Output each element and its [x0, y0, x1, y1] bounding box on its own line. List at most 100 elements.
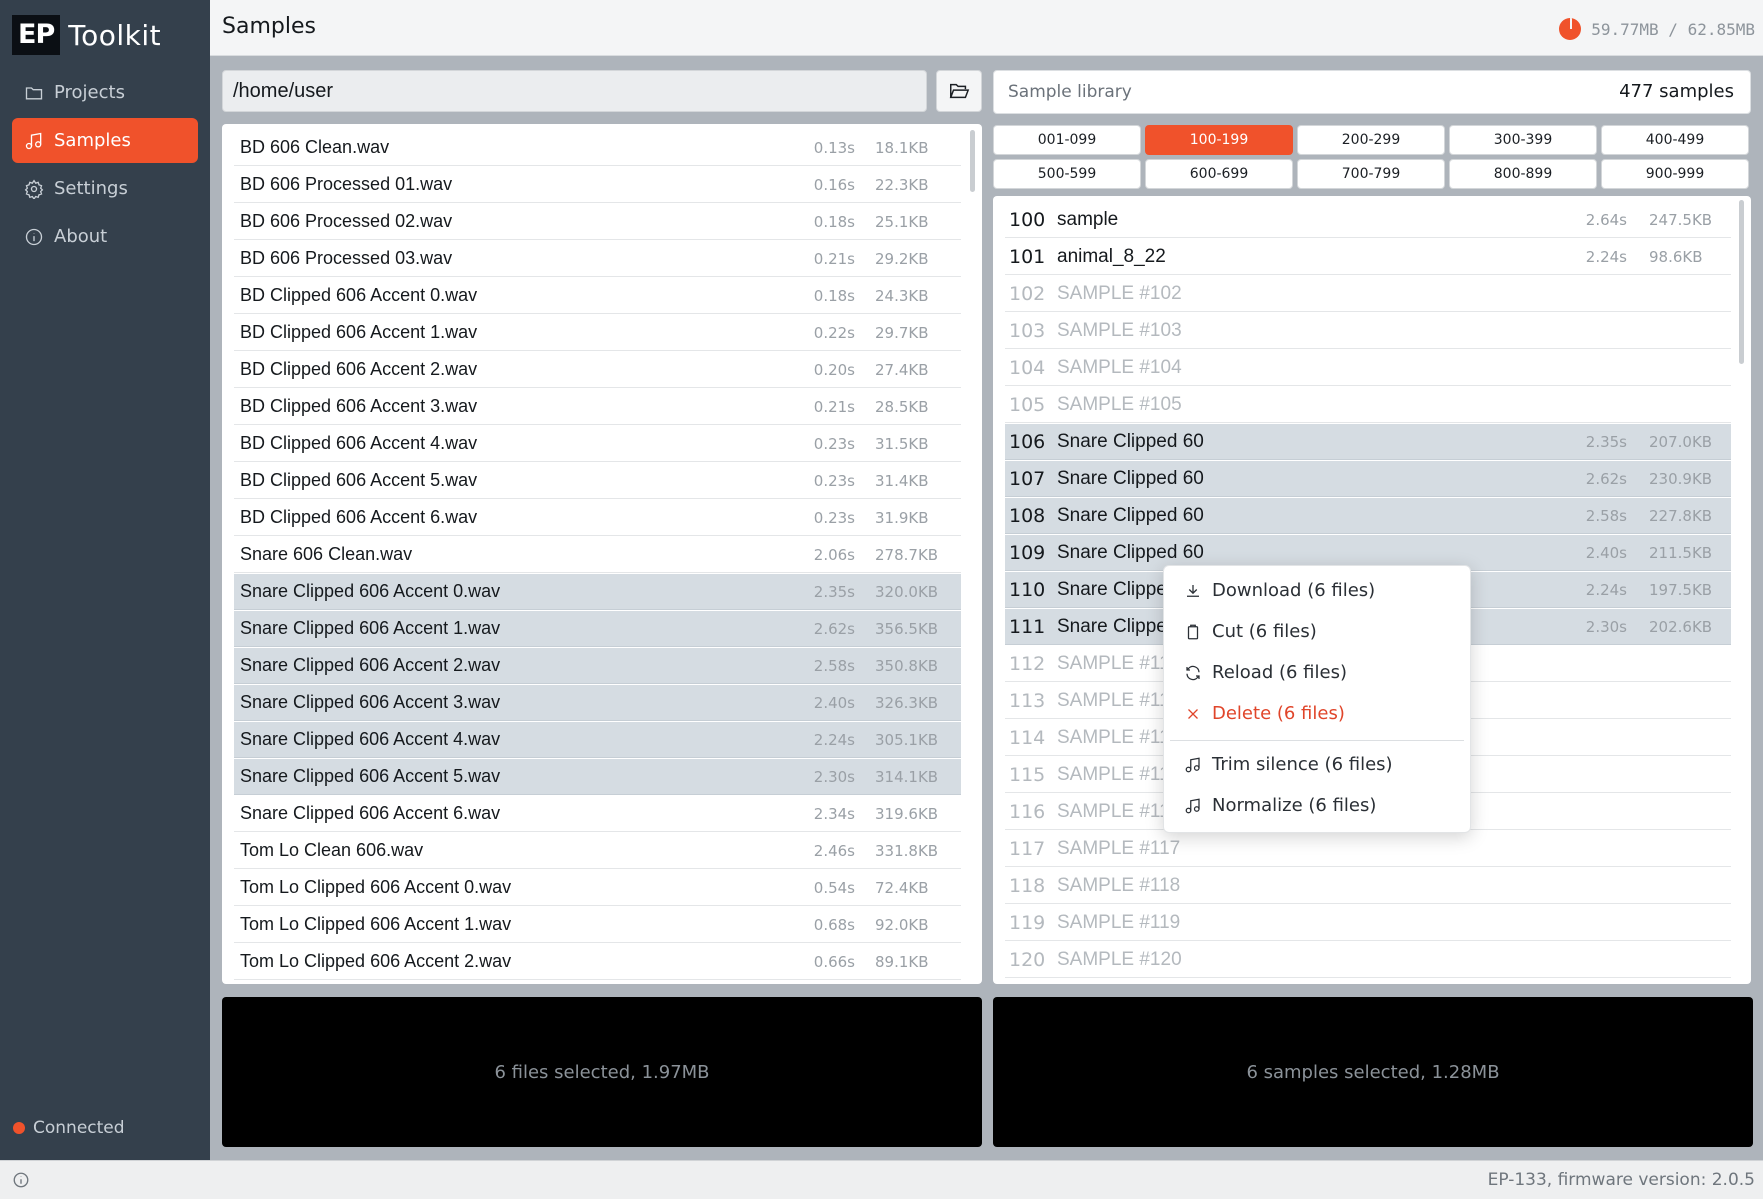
file-name: Tom Lo Clipped 606 Accent 2.wav — [240, 951, 512, 971]
file-duration: 2.34s — [813, 804, 855, 823]
sample-name: SAMPLE #105 — [1057, 393, 1182, 415]
context-menu-label: Delete (6 files) — [1212, 703, 1345, 724]
sidebar-item-about[interactable]: About — [12, 214, 198, 259]
context-menu-reload[interactable]: Reload (6 files) — [1184, 662, 1347, 683]
range-button-200-299[interactable]: 200-299 — [1297, 125, 1445, 155]
file-size: 72.4KB — [875, 878, 929, 897]
file-duration: 0.18s — [813, 212, 855, 231]
file-row[interactable]: BD Clipped 606 Accent 2.wav 0.20s 27.4KB — [234, 352, 961, 388]
range-button-300-399[interactable]: 300-399 — [1449, 125, 1597, 155]
sidebar-item-settings[interactable]: Settings — [12, 166, 198, 211]
sample-row[interactable]: 104 SAMPLE #104 — [1005, 350, 1731, 386]
sample-number: 111 — [1009, 615, 1046, 638]
range-button-600-699[interactable]: 600-699 — [1145, 159, 1293, 189]
file-row[interactable]: Snare Clipped 606 Accent 6.wav 2.34s 319.6… — [234, 796, 961, 832]
file-row[interactable]: BD Clipped 606 Accent 5.wav 0.23s 31.4KB — [234, 463, 961, 499]
file-row[interactable]: BD Clipped 606 Accent 3.wav 0.21s 28.5KB — [234, 389, 961, 425]
range-button-500-599[interactable]: 500-599 — [993, 159, 1141, 189]
path-input[interactable] — [222, 70, 927, 112]
file-row[interactable]: Tom Lo Clean 606.wav 2.46s 331.8KB — [234, 833, 961, 869]
file-row[interactable]: Tom Lo Clipped 606 Accent 2.wav 0.66s 89.1… — [234, 944, 961, 980]
range-button-800-899[interactable]: 800-899 — [1449, 159, 1597, 189]
file-size: 22.3KB — [875, 175, 929, 194]
connection-status-label: Connected — [33, 1118, 125, 1138]
sample-list-scrollbar[interactable] — [1739, 200, 1744, 364]
file-row[interactable]: BD Clipped 606 Accent 1.wav 0.22s 29.7KB — [234, 315, 961, 351]
file-row[interactable]: BD 606 Processed 03.wav 0.21s 29.2KB — [234, 241, 961, 277]
folder-icon — [25, 86, 43, 99]
sample-library-header: Sample library 477 samples — [993, 70, 1751, 114]
file-name: BD Clipped 606 Accent 0.wav — [240, 285, 478, 305]
sample-row[interactable]: 108 Snare Clipped 60 2.58s 227.8KB — [1005, 498, 1731, 534]
sample-row[interactable]: 102 SAMPLE #102 — [1005, 276, 1731, 312]
file-duration: 2.58s — [813, 656, 855, 675]
file-name: Snare Clipped 606 Accent 3.wav — [240, 692, 501, 712]
file-row[interactable]: BD 606 Clean.wav 0.13s 18.1KB — [234, 130, 961, 166]
file-row[interactable]: Snare Clipped 606 Accent 4.wav 2.24s 305.1… — [234, 722, 961, 758]
music-note-icon — [25, 132, 42, 149]
clipboard-icon — [1187, 624, 1199, 639]
sample-row[interactable]: 120 SAMPLE #120 — [1005, 942, 1731, 978]
context-menu-normalize[interactable]: Normalize (6 files) — [1184, 795, 1376, 816]
memory-usage: 59.77MB / 62.85MB — [1559, 18, 1755, 40]
sample-number: 105 — [1009, 393, 1046, 416]
file-row[interactable]: Tom Lo Clipped 606 Accent 0.wav 0.54s 72.4… — [234, 870, 961, 906]
file-duration: 0.20s — [813, 360, 855, 379]
file-row[interactable]: BD Clipped 606 Accent 6.wav 0.23s 31.9KB — [234, 500, 961, 536]
file-row[interactable]: Snare Clipped 606 Accent 5.wav 2.30s 314.1… — [234, 759, 961, 795]
file-row[interactable]: Snare 606 Clean.wav 2.06s 278.7KB — [234, 537, 961, 573]
range-button-900-999[interactable]: 900-999 — [1601, 159, 1749, 189]
file-row[interactable]: BD 606 Processed 01.wav 0.16s 22.3KB — [234, 167, 961, 203]
sample-name: Snare Clipped 60 — [1057, 504, 1204, 526]
range-button-100-199[interactable]: 100-199 — [1145, 125, 1293, 155]
sidebar-item-samples[interactable]: Samples — [12, 118, 198, 163]
file-size: 31.4KB — [875, 471, 929, 490]
file-row[interactable]: Snare Clipped 606 Accent 2.wav 2.58s 350.8… — [234, 648, 961, 684]
sample-number: 103 — [1009, 319, 1046, 342]
file-row[interactable]: Snare Clipped 606 Accent 3.wav 2.40s 326.3… — [234, 685, 961, 721]
sample-row[interactable]: 100 sample 2.64s 247.5KB — [1005, 202, 1731, 238]
sample-row[interactable]: 118 SAMPLE #118 — [1005, 868, 1731, 904]
context-menu-download[interactable]: Download (6 files) — [1184, 580, 1375, 601]
file-list-scrollbar[interactable] — [970, 130, 975, 192]
file-duration: 0.23s — [813, 508, 855, 527]
file-selection-label: 6 files selected, 1.97MB — [494, 1061, 710, 1083]
sample-row[interactable]: 107 Snare Clipped 60 2.62s 230.9KB — [1005, 461, 1731, 497]
file-size: 89.1KB — [875, 952, 929, 971]
sample-name: SAMPLE #120 — [1057, 948, 1182, 970]
file-name: BD Clipped 606 Accent 2.wav — [240, 359, 478, 379]
file-duration: 0.68s — [813, 915, 855, 934]
open-folder-button[interactable] — [936, 70, 982, 112]
range-button-400-499[interactable]: 400-499 — [1601, 125, 1749, 155]
file-row[interactable]: Snare Clipped 606 Accent 1.wav 2.62s 356.5… — [234, 611, 961, 647]
range-button-700-799[interactable]: 700-799 — [1297, 159, 1445, 189]
sample-row[interactable]: 117 SAMPLE #117 — [1005, 831, 1731, 867]
sample-row[interactable]: 105 SAMPLE #105 — [1005, 387, 1731, 423]
file-name: BD Clipped 606 Accent 6.wav — [240, 507, 478, 527]
sample-row[interactable]: 103 SAMPLE #103 — [1005, 313, 1731, 349]
context-menu-cut[interactable]: Cut (6 files) — [1184, 621, 1317, 642]
file-row[interactable]: Tom Lo Clipped 606 Accent 1.wav 0.68s 92.0… — [234, 907, 961, 943]
sample-name: Snare Clippe — [1057, 578, 1167, 600]
info-icon[interactable] — [12, 1171, 30, 1189]
file-row[interactable]: BD Clipped 606 Accent 4.wav 0.23s 31.5KB — [234, 426, 961, 462]
file-row[interactable]: BD Clipped 606 Accent 0.wav 0.18s 24.3KB — [234, 278, 961, 314]
sample-name: SAMPLE #102 — [1057, 282, 1182, 304]
sample-row[interactable]: 106 Snare Clipped 60 2.35s 207.0KB — [1005, 424, 1731, 460]
sample-size: 230.9KB — [1649, 469, 1713, 488]
sidebar-item-projects[interactable]: Projects — [12, 70, 198, 115]
sample-row[interactable]: 101 animal_8_22 2.24s 98.6KB — [1005, 239, 1731, 275]
context-menu-delete[interactable]: Delete (6 files) — [1184, 703, 1345, 724]
sample-name: SAMPLE #103 — [1057, 319, 1182, 341]
file-row[interactable]: Snare Clipped 606 Accent 0.wav 2.35s 320.0… — [234, 574, 961, 610]
range-button-001-099[interactable]: 001-099 — [993, 125, 1141, 155]
context-menu-trim-silence[interactable]: Trim silence (6 files) — [1184, 754, 1393, 775]
sample-name: SAMPLE #116 — [1057, 800, 1181, 822]
sample-name: Snare Clipped 60 — [1057, 541, 1204, 563]
file-row[interactable]: BD 606 Processed 02.wav 0.18s 25.1KB — [234, 204, 961, 240]
file-size: 356.5KB — [875, 619, 939, 638]
sample-row[interactable]: 119 SAMPLE #119 — [1005, 905, 1731, 941]
sample-number: 119 — [1009, 911, 1046, 934]
file-duration: 0.23s — [813, 434, 855, 453]
file-duration: 0.21s — [813, 397, 855, 416]
